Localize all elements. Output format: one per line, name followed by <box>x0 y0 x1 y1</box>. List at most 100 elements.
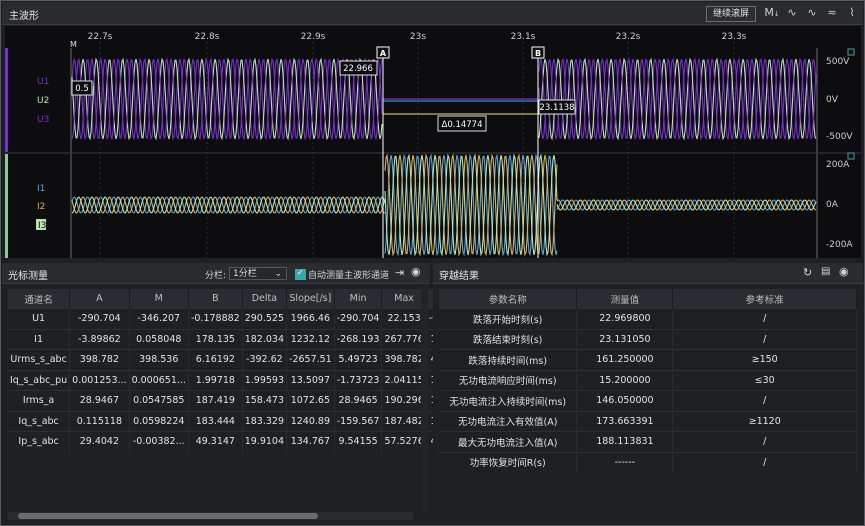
table-cell: 1072.65 <box>286 390 335 411</box>
table-cell: / <box>672 328 857 350</box>
time-axis: 22.7s 22.8s 22.9s 23s 23.1s 23.2s 23.3s <box>88 32 747 42</box>
voltage-group-bar <box>5 48 8 152</box>
table-cell: 0.001253... <box>69 369 130 391</box>
table-cell: 13.5097 <box>286 369 335 391</box>
eye-icon[interactable]: ◉ <box>411 265 421 278</box>
col-header: 参考标准 <box>672 289 857 309</box>
table-cell: 功率恢复时间R(s) <box>439 451 578 472</box>
table-row[interactable]: Iq_s_abc_pu 0.001253... 0.000651... 1.99718… <box>8 369 442 391</box>
table-row[interactable]: 最大无功电流注入值(A) 188.113831/ <box>439 431 857 452</box>
channel-label-i3: I3 <box>38 221 46 231</box>
continue-scroll-button[interactable]: 继续滚屏 <box>706 6 756 22</box>
table-cell: I1 <box>8 328 71 350</box>
time-tick: 23s <box>410 32 426 42</box>
table-cell: -346.207 <box>129 308 189 329</box>
table-row[interactable]: Urms_s_abc 398.782 398.536 6.16192 -392.62 -2… <box>8 349 442 370</box>
table-cell: 2.04115 <box>381 369 427 391</box>
table-cell: 最大无功电流注入值(A) <box>439 431 578 452</box>
chevron-down-icon: ⌄ <box>274 269 282 279</box>
table-cell: 183.329 <box>242 410 288 432</box>
waveform-plot[interactable]: 22.7s 22.8s 22.9s 23s 23.1s 23.2s 23.3s … <box>5 26 861 258</box>
auto-measure-label: 自动测量主波形通道 <box>308 271 390 281</box>
voltage-zoom-icon[interactable] <box>847 48 855 56</box>
auto-measure-checkbox[interactable]: ✓ <box>295 268 306 280</box>
columns-label: 分栏: <box>205 271 227 281</box>
current-axis-mid: 0A <box>826 200 839 210</box>
table-cell: 无功电流响应时间(ms) <box>439 369 578 391</box>
table-cell: 158.473 <box>242 390 288 411</box>
wave-bars-icon[interactable]: ⌇ <box>844 6 860 20</box>
table-row[interactable]: Iq_s_abc 0.115118 0.0598224 183.444 183.329 1… <box>8 410 442 432</box>
time-tick: 23.1s <box>511 32 536 42</box>
measure-m-icon[interactable]: M↓ <box>764 6 780 20</box>
ride-through-title: 穿越结果 <box>439 271 479 282</box>
table-row[interactable]: 无功电流注入有效值(A) 173.663391 ≥1120 <box>439 410 857 432</box>
table-cell: 398.782 <box>69 349 130 370</box>
voltage-axis-top: 500V <box>826 57 850 67</box>
ride-through-table: 参数名称 测量值 参考标准 跌落开始时刻(s) 22.969800/跌落结束时刻(… <box>439 289 857 472</box>
table-header-row: 通道名 A M B Delta Slope[/s] Min Max <box>8 289 442 309</box>
col-header: Max <box>381 289 427 309</box>
time-tick: 23.3s <box>722 32 747 42</box>
columns-select[interactable]: 1分栏 ⌄ <box>229 267 287 280</box>
table-cell: -3.89862 <box>69 328 130 350</box>
cursor-b-readout: 23.1138 <box>539 103 574 113</box>
table-row[interactable]: 跌落结束时刻(s) 23.131050/ <box>439 328 857 350</box>
wave-c-icon[interactable]: ≈ <box>824 6 840 20</box>
wave-b-icon[interactable]: ∿ <box>804 6 820 20</box>
table-row[interactable]: 跌落持续时间(ms) 161.250000 ≥150 <box>439 349 857 370</box>
table-cell: 146.050000 <box>576 390 674 411</box>
wave-a-icon[interactable]: ∿ <box>784 6 800 20</box>
eye-icon[interactable]: ◉ <box>839 265 849 278</box>
col-header: Slope[/s] <box>286 289 335 309</box>
table-cell: 178.135 <box>188 328 243 350</box>
current-zoom-icon[interactable] <box>847 152 855 160</box>
current-group-bar <box>5 154 8 258</box>
table-row[interactable]: 无功电流注入持续时间(ms) 146.050000/ <box>439 390 857 411</box>
table-cell: Ip_s_abc <box>8 431 71 452</box>
table-cell: Iq_s_abc_pu <box>8 369 71 391</box>
col-header: M <box>129 289 189 309</box>
table-cell: ≥1120 <box>672 410 857 432</box>
table-cell: 173.663391 <box>576 410 674 432</box>
report-icon[interactable]: ▤ <box>821 266 830 277</box>
table-cell: 28.9465 <box>334 390 383 411</box>
cursor-measure-title: 光标测量 <box>8 271 48 282</box>
current-axis-top: 200A <box>826 160 850 170</box>
marker-m-label[interactable]: M <box>70 40 77 49</box>
table-cell: ≤30 <box>672 369 857 391</box>
table-row[interactable]: U1 -290.704 -346.207 -0.178882 290.525 1966.4… <box>8 308 442 329</box>
table-row[interactable]: 功率恢复时间R(s) ------ / <box>439 451 857 472</box>
horizontal-scrollbar[interactable] <box>8 512 413 520</box>
channel-label-u3: U3 <box>37 115 49 125</box>
table-cell: 187.482 <box>381 410 427 432</box>
table-cell: 0.115118 <box>69 410 130 432</box>
table-row[interactable]: 无功电流响应时间(ms) 15.200000 ≤30 <box>439 369 857 391</box>
table-header-row: 参数名称 测量值 参考标准 <box>439 289 857 309</box>
col-header: Min <box>334 289 383 309</box>
table-cell: -159.567 <box>334 410 383 432</box>
table-cell: ------ <box>576 451 674 472</box>
table-cell: / <box>672 390 857 411</box>
table-row[interactable]: 跌落开始时刻(s) 22.969800/ <box>439 308 857 329</box>
table-cell: ≥150 <box>672 349 857 370</box>
table-row[interactable]: I1 -3.89862 0.058048 178.135 182.034 1232.12-… <box>8 328 442 350</box>
delta-readout: Δ0.14774 <box>442 120 483 130</box>
table-cell: -2657.51 <box>286 349 335 370</box>
table-cell: 0.0598224 <box>129 410 189 432</box>
channel-label-u2: U2 <box>37 96 49 106</box>
table-cell: -1.73723 <box>334 369 383 391</box>
table-cell: 无功电流注入持续时间(ms) <box>439 390 578 411</box>
cursor-measure-panel: 光标测量 分栏: 1分栏 ⌄ ✓ 自动测量主波形通道 ⇥ ◉ 通道名 A M B … <box>2 263 442 524</box>
scrollbar-thumb[interactable] <box>18 513 318 519</box>
table-row[interactable]: Ip_s_abc 29.4042 -0.00382... 49.3147 19.9104… <box>8 431 442 452</box>
col-header: 测量值 <box>576 289 674 309</box>
table-row[interactable]: Irms_a 28.9467 0.0547585 187.419 158.473 1072… <box>8 390 442 411</box>
table-cell: 5.49723 <box>334 349 383 370</box>
table-cell: -392.62 <box>242 349 288 370</box>
table-cell: / <box>672 308 857 329</box>
cursor-b-label: B <box>535 49 541 58</box>
refresh-icon[interactable]: ↻ <box>803 266 812 279</box>
export-icon[interactable]: ⇥ <box>395 266 404 279</box>
check-icon: ✓ <box>297 268 304 277</box>
